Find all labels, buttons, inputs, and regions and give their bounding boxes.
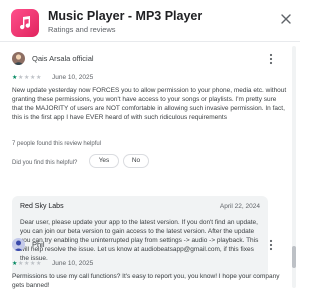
more-vert-icon <box>269 239 273 251</box>
helpful-yes-button[interactable]: Yes <box>89 154 119 168</box>
helpful-question: Did you find this helpful? <box>12 160 78 166</box>
star-rating: ★★★★★ <box>12 74 42 81</box>
review-author: Phil <box>32 240 45 249</box>
helpful-no-button[interactable]: No <box>123 154 149 168</box>
dialog-subtitle: Ratings and reviews <box>48 25 116 34</box>
app-title: Music Player - MP3 Player <box>48 9 203 23</box>
scrollbar-thumb[interactable] <box>292 246 296 268</box>
review-author: Qais Arsala official <box>32 54 94 63</box>
review-text: Permissions to use my call functions? It… <box>12 273 280 289</box>
close-button[interactable] <box>280 12 292 24</box>
reply-date: April 22, 2024 <box>219 203 260 210</box>
more-vert-icon <box>269 53 273 65</box>
avatar <box>12 238 25 251</box>
star-icon: ★ <box>35 75 42 81</box>
review-card: Phil ★★★★★ June 10, 2025 Permissions to … <box>12 238 284 298</box>
review-more-button[interactable] <box>266 52 276 66</box>
music-note-icon <box>20 16 31 30</box>
review-text: New update yesterday now FORCES you to a… <box>12 87 287 121</box>
star-rating: ★★★★★ <box>12 260 42 267</box>
developer-name: Red Sky Labs <box>20 203 64 210</box>
avatar <box>12 52 25 65</box>
star-icon: ★ <box>35 261 42 267</box>
dialog-header: Music Player - MP3 Player Ratings and re… <box>0 0 300 40</box>
helpful-count: 7 people found this review helpful <box>12 141 102 147</box>
review-date: June 10, 2025 <box>52 74 94 81</box>
review-date: June 10, 2025 <box>52 260 94 267</box>
scrollbar[interactable] <box>292 46 296 288</box>
header-divider <box>0 41 300 42</box>
review-more-button[interactable] <box>266 238 276 252</box>
app-icon <box>11 9 39 37</box>
close-icon <box>281 14 291 24</box>
review-card: Qais Arsala official ★★★★★ June 10, 2025… <box>12 52 287 192</box>
